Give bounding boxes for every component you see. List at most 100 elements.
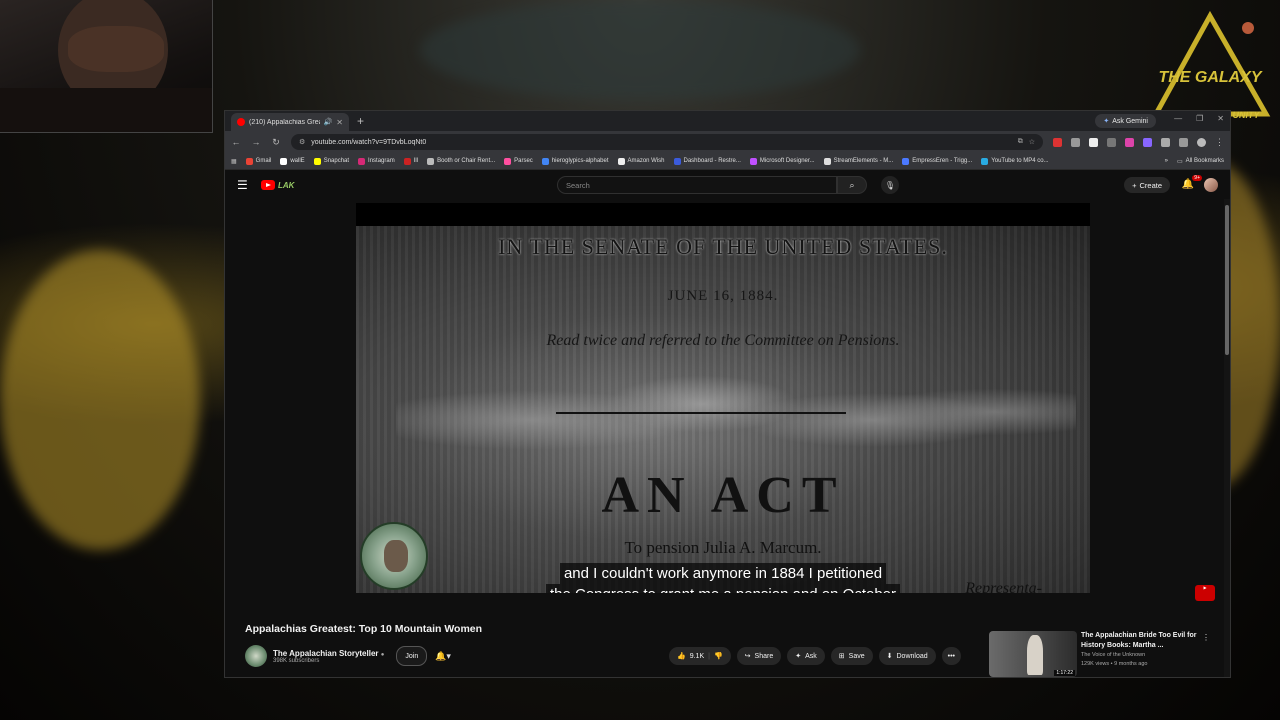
channel-name[interactable]: The Appalachian Storyteller xyxy=(273,649,379,658)
channel-avatar[interactable] xyxy=(245,645,267,667)
voice-search-button[interactable]: 🎙 xyxy=(881,176,899,194)
notifications-bell-icon[interactable]: 🔔 xyxy=(1182,179,1194,190)
bookmark-item[interactable]: Booth or Chair Rent... xyxy=(427,157,496,165)
video-duration: 1:17:22 xyxy=(1054,670,1075,676)
account-avatar[interactable] xyxy=(1204,178,1218,192)
microphone-icon: 🎙 xyxy=(884,180,896,190)
back-icon[interactable]: ← xyxy=(231,137,241,147)
bookmark-favicon-icon xyxy=(823,157,831,165)
more-actions-button[interactable]: ••• xyxy=(941,647,961,665)
bookmark-item[interactable]: Gmail xyxy=(245,157,271,165)
bookmark-label: Dashboard - Restre... xyxy=(683,158,741,164)
bookmark-item[interactable]: Amazon Wish xyxy=(617,157,665,165)
youtube-logo[interactable]: LAK xyxy=(261,180,294,190)
hamburger-menu-icon[interactable]: ☰ xyxy=(237,178,251,192)
window-controls: — ❐ ✕ xyxy=(1174,114,1224,123)
audio-icon[interactable]: 🔊 xyxy=(324,118,333,126)
gemini-icon: ✦ xyxy=(1103,118,1110,125)
reload-icon[interactable]: ↻ xyxy=(271,137,281,148)
related-video-text: The Appalachian Bride Too Evil for Histo… xyxy=(1081,631,1201,669)
url-input[interactable]: ⚙ youtube.com/watch?v=9TDvbLoqNt0 ⧉ ☆ xyxy=(291,134,1043,150)
bookmark-item[interactable]: EmpressEren - Trigg... xyxy=(902,157,972,165)
ask-gemini-button[interactable]: ✦ Ask Gemini xyxy=(1095,114,1156,128)
url-text: youtube.com/watch?v=9TDvbLoqNt0 xyxy=(311,138,427,146)
all-bookmarks-button[interactable]: ▭ All Bookmarks xyxy=(1177,158,1224,165)
extension-icon[interactable] xyxy=(1143,137,1152,147)
ask-button[interactable]: ✦ Ask xyxy=(787,647,825,665)
bookmark-item[interactable]: Dashboard - Restre... xyxy=(673,157,741,165)
extension-icon[interactable] xyxy=(1125,137,1134,147)
save-button[interactable]: ⊞ Save xyxy=(830,647,873,665)
extension-icon[interactable] xyxy=(1071,137,1080,147)
search-icon: ⌕ xyxy=(849,179,855,190)
site-info-icon[interactable]: ⚙ xyxy=(299,138,305,146)
subscription-bell-icon[interactable]: 🔔▾ xyxy=(435,651,451,662)
bookmark-item[interactable]: Instagram xyxy=(358,157,395,165)
bookmark-label: StreamElements - M... xyxy=(833,158,894,164)
bookmark-favicon-icon xyxy=(673,157,681,165)
frame-text-referral: Read twice and referred to the Committee… xyxy=(546,332,900,349)
bookmark-favicon-icon xyxy=(541,157,549,165)
video-info: Appalachias Greatest: Top 10 Mountain Wo… xyxy=(245,623,985,669)
caption-line-1: and I couldn't work anymore in 1884 I pe… xyxy=(559,563,887,584)
thumbs-down-icon[interactable]: 👎 xyxy=(714,652,723,660)
join-label: Join xyxy=(405,652,419,660)
maximize-icon[interactable]: ❐ xyxy=(1196,114,1203,123)
bookmark-item[interactable]: StreamElements - M... xyxy=(823,157,894,165)
extension-icon[interactable] xyxy=(1089,137,1098,147)
bookmark-item[interactable]: Microsoft Designer... xyxy=(749,157,815,165)
profile-icon[interactable] xyxy=(1197,137,1206,147)
create-label: Create xyxy=(1139,180,1162,190)
search-input[interactable]: Search xyxy=(557,176,837,194)
reading-list-icon[interactable] xyxy=(1179,137,1188,147)
bookmark-item[interactable]: Ill xyxy=(403,157,418,165)
video-player[interactable]: IN THE SENATE OF THE UNITED STATES. JUNE… xyxy=(356,203,1090,593)
close-window-icon[interactable]: ✕ xyxy=(1217,114,1224,123)
puzzle-icon[interactable] xyxy=(1161,137,1170,147)
bookmarks-overflow-icon[interactable]: » xyxy=(1165,158,1168,164)
forward-icon[interactable]: → xyxy=(251,137,261,147)
bookmark-star-icon[interactable]: ☆ xyxy=(1029,138,1035,146)
bookmark-label: Parsec xyxy=(514,158,533,164)
youtube-play-icon xyxy=(261,180,275,190)
related-video-title[interactable]: The Appalachian Bride Too Evil for Histo… xyxy=(1081,631,1201,651)
bookmark-icon: ⊞ xyxy=(838,653,845,660)
search-button[interactable]: ⌕ xyxy=(837,176,867,194)
kebab-menu-icon[interactable]: ⋮ xyxy=(1202,633,1210,642)
bookmark-item[interactable]: Snapchat xyxy=(313,157,349,165)
apps-grid-icon[interactable]: ▦ xyxy=(231,158,237,165)
webcam-overlay xyxy=(0,0,213,133)
extension-icon[interactable] xyxy=(1053,137,1062,147)
notification-count-badge: 9+ xyxy=(1192,175,1202,181)
bookmark-item[interactable]: hieroglypics-alphabet xyxy=(541,157,609,165)
join-button[interactable]: Join xyxy=(396,646,428,666)
scrollbar-thumb[interactable] xyxy=(1225,205,1229,355)
ask-label: Ask xyxy=(805,652,817,660)
related-video-item[interactable]: 1:17:22 The Appalachian Bride Too Evil f… xyxy=(989,631,1214,677)
new-tab-button[interactable]: + xyxy=(357,114,364,128)
related-video-thumbnail[interactable]: 1:17:22 xyxy=(989,631,1077,677)
close-tab-icon[interactable]: ✕ xyxy=(336,118,343,127)
subscribe-watermark-icon[interactable]: ▶ xyxy=(1195,585,1215,601)
tab-youtube[interactable]: (210) Appalachias Greatest 🔊 ✕ xyxy=(231,113,349,131)
page-scrollbar[interactable] xyxy=(1224,199,1230,677)
extension-icon[interactable] xyxy=(1107,137,1116,147)
minimize-icon[interactable]: — xyxy=(1174,114,1182,123)
bookmark-item[interactable]: wallE xyxy=(280,157,305,165)
bookmark-item[interactable]: YouTube to MP4 co... xyxy=(981,157,1049,165)
bookmark-label: wallE xyxy=(290,158,305,164)
galaxy-community-logo: THE GALAXY UNITY xyxy=(1151,10,1271,120)
like-dislike-button[interactable]: 👍 9.1K | 👎 xyxy=(669,647,731,665)
bookmark-label: hieroglypics-alphabet xyxy=(551,158,609,164)
download-button[interactable]: ⬇ Download xyxy=(878,647,936,665)
bookmark-label: Booth or Chair Rent... xyxy=(437,158,496,164)
install-app-icon[interactable]: ⧉ xyxy=(1018,138,1023,146)
bookmark-favicon-icon xyxy=(981,157,989,165)
create-button[interactable]: + Create xyxy=(1124,177,1170,193)
related-video-meta: 129K views • 9 months ago xyxy=(1081,661,1148,667)
background-glow-top xyxy=(420,0,860,100)
kebab-menu-icon[interactable]: ⋮ xyxy=(1215,137,1224,148)
youtube-favicon-icon xyxy=(237,118,245,126)
bookmark-item[interactable]: Parsec xyxy=(504,157,533,165)
share-button[interactable]: ↪ Share xyxy=(736,647,782,665)
